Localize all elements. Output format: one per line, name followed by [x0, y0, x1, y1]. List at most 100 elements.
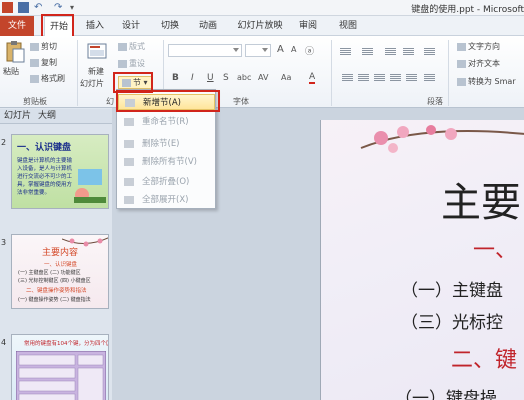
font-group-label: 字体 — [233, 97, 249, 106]
text-direction-button[interactable]: 文字方向 — [457, 41, 500, 52]
shrink-font-icon[interactable]: A — [291, 45, 296, 54]
redo-icon[interactable]: ↷ — [54, 2, 65, 13]
title-bar: ↶ ↷ ▾ 键盘的使用.ppt - Microsoft — [0, 0, 524, 16]
char-spacing-button[interactable]: AV — [258, 73, 268, 82]
font-name-combo[interactable] — [168, 44, 242, 57]
bold-button[interactable]: B — [172, 73, 179, 83]
bullets-icon[interactable] — [340, 48, 351, 56]
current-slide[interactable]: 主要 一、 （一）主键盘 （三）光标控 二、键 （一）键盘操 — [320, 120, 524, 400]
paste-button[interactable]: 粘贴 — [3, 66, 19, 77]
paste-icon[interactable] — [4, 40, 26, 64]
format-painter-label: 格式刷 — [41, 74, 65, 83]
line-spacing-icon[interactable] — [424, 48, 435, 56]
menu-item-label: 重命名节(R) — [142, 117, 189, 127]
new-slide-label-1[interactable]: 新建 — [88, 66, 104, 77]
clipboard-group-label: 剪贴板 — [23, 97, 47, 106]
layout-button[interactable]: 版式 — [118, 41, 145, 52]
menu-item-add-section[interactable]: 新增节(A) — [118, 94, 215, 110]
slide-line-2: （三）光标控 — [401, 313, 503, 333]
slide-thumbnail-4[interactable]: 常用的键盘有104个键，分为四个区。 — [11, 334, 109, 400]
format-painter-button[interactable]: 格式刷 — [30, 73, 65, 84]
section-button[interactable]: 节 ▾ — [118, 76, 152, 89]
decrease-indent-icon[interactable] — [385, 48, 396, 56]
keyboard-illustration — [74, 169, 106, 203]
collapse-all-icon — [124, 178, 134, 186]
change-case-button[interactable]: Aa — [281, 73, 291, 82]
menu-item-label: 新增节(A) — [143, 98, 181, 108]
menu-item-expand-all[interactable]: 全部展开(X) — [118, 192, 215, 208]
slide-number: 4 — [1, 338, 7, 347]
chevron-down-icon — [233, 48, 239, 52]
section-label: 节 — [133, 78, 141, 87]
columns-icon[interactable] — [424, 74, 435, 82]
reset-icon — [118, 59, 127, 68]
slide-line-3: （一）键盘操 — [395, 389, 497, 400]
justify-icon[interactable] — [390, 74, 401, 82]
tab-review[interactable]: 审阅 — [295, 16, 321, 36]
grow-font-icon[interactable]: A — [277, 44, 284, 55]
menu-item-remove-section[interactable]: 删除节(E) — [118, 136, 215, 152]
tab-slideshow[interactable]: 幻灯片放映 — [235, 16, 285, 36]
section-icon — [122, 78, 131, 87]
save-icon[interactable] — [18, 2, 29, 13]
new-slide-icon[interactable] — [86, 40, 108, 62]
tab-insert[interactable]: 插入 — [82, 16, 108, 36]
menu-item-remove-all-sections[interactable]: 删除所有节(V) — [118, 154, 215, 170]
copy-button[interactable]: 复制 — [30, 57, 57, 68]
tab-transitions[interactable]: 切换 — [157, 16, 183, 36]
group-separator — [331, 40, 332, 106]
italic-button[interactable]: I — [191, 73, 194, 83]
blossom-branch — [360, 125, 524, 153]
tab-design[interactable]: 设计 — [118, 16, 144, 36]
tab-outline-pane[interactable]: 大纲 — [38, 109, 56, 124]
font-color-button[interactable]: A — [309, 72, 316, 84]
numbering-icon[interactable] — [362, 48, 373, 56]
clear-format-icon[interactable]: ⓐ — [305, 44, 314, 57]
thumb-4-title: 常用的键盘有104个键，分为四个区。 — [24, 341, 109, 347]
scissors-icon — [30, 42, 39, 51]
slide-thumbnail-2[interactable]: 一、认识键盘 键盘是计算机的主要输入设备，是人与计算机进行交流必不可少的工具，掌… — [11, 134, 109, 209]
copy-icon — [30, 58, 39, 67]
text-direction-label: 文字方向 — [468, 42, 500, 51]
align-right-icon[interactable] — [374, 74, 385, 82]
align-center-icon[interactable] — [358, 74, 369, 82]
shadow-button[interactable]: abc — [237, 73, 251, 82]
slide-thumbnail-pane[interactable]: 2 一、认识键盘 键盘是计算机的主要输入设备，是人与计算机进行交流必不可少的工具… — [0, 124, 112, 400]
tab-home[interactable]: 开始 — [44, 16, 74, 37]
keyboard-diagram — [16, 351, 106, 400]
customize-toolbar-icon[interactable]: ▾ — [70, 2, 81, 13]
group-separator — [77, 40, 78, 106]
convert-smartart-button[interactable]: 转换为 Smar — [457, 76, 516, 87]
layout-label: 版式 — [129, 42, 145, 51]
tab-file[interactable]: 文件 — [0, 16, 34, 36]
align-text-button[interactable]: 对齐文本 — [457, 58, 500, 69]
tab-slides-pane[interactable]: 幻灯片 — [4, 109, 31, 124]
cut-button[interactable]: 剪切 — [30, 41, 57, 52]
tab-animations[interactable]: 动画 — [195, 16, 221, 36]
font-size-combo[interactable] — [245, 44, 271, 57]
remove-section-icon — [124, 140, 134, 148]
underline-button[interactable]: U — [207, 73, 214, 83]
reset-button[interactable]: 重设 — [118, 58, 145, 69]
align-left-icon[interactable] — [342, 74, 353, 82]
section-dropdown-menu: 新增节(A) 重命名节(R) 删除节(E) 删除所有节(V) 全部折叠(O) 全… — [116, 89, 216, 209]
thumb-3-title: 主要内容 — [42, 248, 79, 258]
slides-group-label: 幻 — [106, 97, 114, 106]
new-slide-label-2[interactable]: 幻灯片 — [80, 78, 104, 89]
slide-section-2: 二、键 — [451, 348, 518, 373]
smartart-icon — [457, 77, 466, 86]
cut-label: 剪切 — [41, 42, 57, 51]
undo-icon[interactable]: ↶ — [34, 2, 45, 13]
slide-title: 主要 — [441, 180, 521, 226]
menu-item-rename-section[interactable]: 重命名节(R) — [118, 114, 215, 130]
slide-thumbnail-3[interactable]: 主要内容 一、认识键盘 (一) 主键盘区 (二) 功能键区 (三) 光标控制键区… — [11, 234, 109, 309]
distribute-icon[interactable] — [406, 74, 417, 82]
slide-number: 3 — [1, 238, 7, 247]
increase-indent-icon[interactable] — [403, 48, 414, 56]
menu-item-collapse-all[interactable]: 全部折叠(O) — [118, 174, 215, 190]
brush-icon — [30, 74, 39, 83]
strikethrough-button[interactable]: S — [223, 73, 229, 83]
tab-view[interactable]: 视图 — [335, 16, 361, 36]
ribbon: 粘贴 剪切 复制 格式刷 剪贴板 新建 幻灯片 版式 重设 节 ▾ 幻 A A … — [0, 36, 524, 108]
convert-smartart-label: 转换为 Smar — [468, 77, 516, 86]
